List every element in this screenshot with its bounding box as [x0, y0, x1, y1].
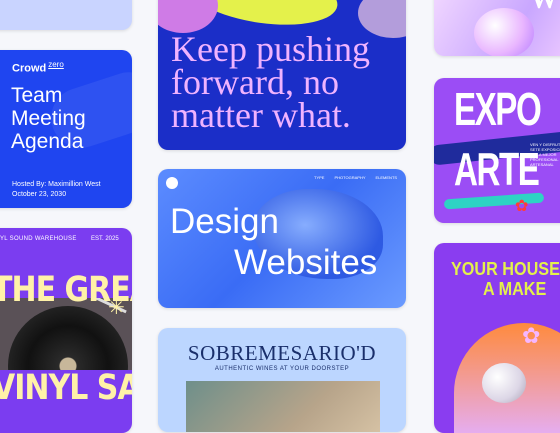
nav-item[interactable]: ELEMENTS — [376, 175, 398, 180]
starburst-icon: ✳ — [108, 297, 125, 319]
flower-icon: ✿ — [522, 323, 541, 348]
card-top-right[interactable]: W — [434, 0, 560, 56]
logo-icon — [166, 177, 178, 189]
site-nav: TYPE PHOTOGRAPHY ELEMENTS — [314, 175, 397, 180]
card-keep-pushing[interactable]: Keep pushing forward, no matter what. — [158, 0, 406, 150]
card-expo-arte[interactable]: ✿ EXPO ARTE VEN Y DISFRUTA DE SETE EXPOS… — [434, 78, 560, 223]
headline-line-1: YOUR HOUSE — [451, 259, 560, 279]
title-fragment: W — [530, 0, 558, 16]
vase-photo — [482, 363, 526, 403]
title-line: Meeting — [11, 107, 86, 130]
red-flower-icon: ✿ — [515, 198, 529, 215]
card-top-left-sliver[interactable] — [0, 0, 132, 30]
product-photo — [186, 381, 380, 432]
card-your-house[interactable]: YOUR HOUSE A MAKE ✿ — [434, 243, 560, 433]
shop-name: YL SOUND WAREHOUSE — [0, 236, 77, 242]
est-label: EST. 2025 — [91, 236, 119, 242]
nav-item[interactable]: PHOTOGRAPHY — [334, 175, 365, 180]
card-team-meeting-agenda[interactable]: Crowd zero Team Meeting Agenda Hosted By:… — [0, 50, 132, 208]
brand-logo: Crowd zero — [12, 60, 64, 75]
quote-line: matter what. — [171, 95, 351, 135]
card-sobremesa[interactable]: SOBREMESARIO'D AUTHENTIC WINES AT YOUR D… — [158, 328, 406, 432]
headline-line-1: Design — [170, 202, 279, 241]
card-title: Team Meeting Agenda — [11, 84, 86, 153]
card-vinyl-sale[interactable]: YL SOUND WAREHOUSE EST. 2025 THE GREAT V… — [0, 228, 132, 433]
event-description: VEN Y DISFRUTA DE SETE EXPOSICIÓN DE LA … — [530, 142, 560, 167]
sale-line-2: VINYL SALE — [0, 368, 132, 409]
headline-line-2: A MAKE — [483, 279, 547, 299]
hosted-by: Hosted By: Maximillion West — [12, 181, 101, 188]
title-line: Team — [11, 84, 63, 107]
brand-subtitle: AUTHENTIC WINES AT YOUR DOORSTEP — [214, 366, 350, 372]
nav-item[interactable]: TYPE — [314, 175, 324, 180]
title-line-2: ARTE — [454, 143, 540, 195]
card-design-websites[interactable]: TYPE PHOTOGRAPHY ELEMENTS Design Website… — [158, 169, 406, 308]
event-date: October 23, 2030 — [12, 191, 67, 198]
headline-line-2: Websites — [234, 243, 378, 282]
quote-text: Keep pushing forward, no matter what. — [171, 31, 370, 135]
pink-sphere-decoration — [474, 8, 534, 56]
title-line-1: EXPO — [454, 83, 542, 135]
brand-name: Crowd — [12, 62, 47, 75]
title-line: Agenda — [11, 130, 84, 153]
brand-title: SOBREMESARIO'D — [187, 341, 377, 365]
brand-suffix: zero — [48, 60, 64, 69]
